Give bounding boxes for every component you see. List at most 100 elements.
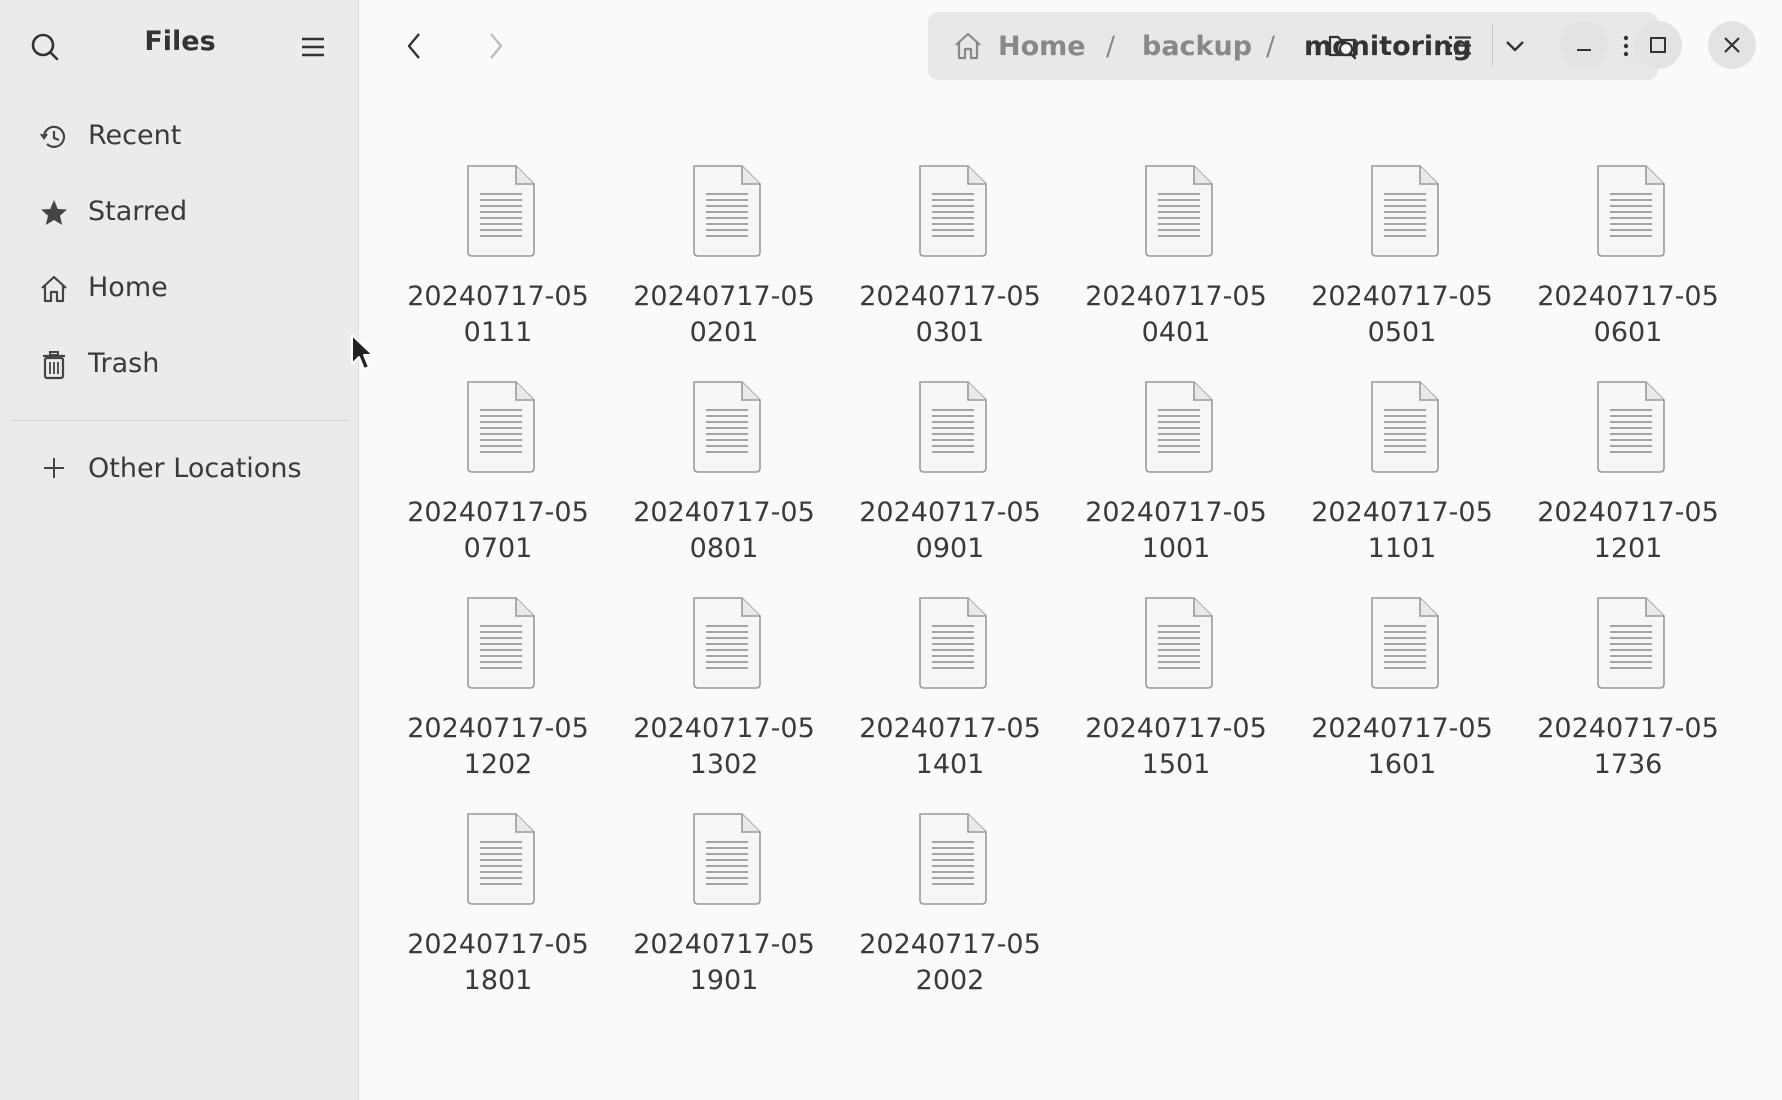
sidebar-item-recent[interactable]: Recent [12,104,348,168]
files-window: Files Recent Starred Home Trash Other Lo… [0,0,1782,1100]
view-options-button[interactable] [1490,21,1540,71]
file-item[interactable]: 20240717-05 2002 [855,776,1045,996]
sidebar-item-home[interactable]: Home [12,256,348,320]
path-bar: Home / backup / monitoring [928,12,1658,80]
trash-icon [43,351,65,380]
file-name-line1: 20240717-05 [1311,497,1493,528]
file-grid: 20240717-05 0111 20240717-05 0201 20240717-0… [360,92,1782,1100]
search-button[interactable] [22,24,68,70]
breadcrumb-backup[interactable]: backup [1142,31,1252,62]
text-document-icon [1145,381,1213,473]
file-name: 20240717-05 1001 [1081,495,1271,567]
file-item[interactable]: 20240717-05 1302 [629,560,819,780]
sidebar-item-trash[interactable]: Trash [12,332,348,396]
file-item[interactable]: 20240717-05 1501 [1081,560,1271,780]
file-item[interactable]: 20240717-05 1401 [855,560,1045,780]
file-name: 20240717-05 0901 [855,495,1045,567]
maximize-button[interactable] [1634,21,1682,69]
file-item[interactable]: 20240717-05 1202 [403,560,593,780]
back-button[interactable] [390,21,440,71]
file-name-line1: 20240717-05 [1537,713,1719,744]
file-name: 20240717-05 1736 [1533,711,1723,783]
file-item[interactable]: 20240717-05 1001 [1081,344,1271,564]
path-menu-button[interactable] [1620,28,1632,64]
file-name: 20240717-05 0801 [629,495,819,567]
file-name-line1: 20240717-05 [407,497,589,528]
file-name: 20240717-05 0111 [403,279,593,351]
file-name: 20240717-05 1302 [629,711,819,783]
forward-button[interactable] [470,21,520,71]
text-document-icon [919,597,987,689]
file-item[interactable]: 20240717-05 1101 [1307,344,1497,564]
file-item[interactable]: 20240717-05 1801 [403,776,593,996]
main-menu-button[interactable] [290,24,336,70]
sidebar-item-starred[interactable]: Starred [12,180,348,244]
file-name-line2: 1801 [463,965,533,996]
file-item[interactable]: 20240717-05 0401 [1081,128,1271,348]
text-document-icon [1371,165,1439,257]
close-button[interactable] [1708,21,1756,69]
file-item[interactable]: 20240717-05 1901 [629,776,819,996]
breadcrumb-home[interactable]: Home [998,31,1086,62]
text-document-icon [919,813,987,905]
sidebar-item-label: Home [88,272,168,303]
text-document-icon [1145,165,1213,257]
file-name-line2: 1601 [1367,749,1437,780]
file-item[interactable]: 20240717-05 0801 [629,344,819,564]
sidebar-item-other-locations[interactable]: Other Locations [12,437,348,501]
file-item[interactable]: 20240717-05 1736 [1533,560,1723,780]
text-document-icon [919,165,987,257]
file-item[interactable]: 20240717-05 0901 [855,344,1045,564]
breadcrumb-separator: / [1106,31,1116,62]
plus-icon [44,458,64,478]
file-item[interactable]: 20240717-05 0201 [629,128,819,348]
file-item[interactable]: 20240717-05 0501 [1307,128,1497,348]
sidebar-places: Recent Starred Home Trash [12,104,348,408]
file-name: 20240717-05 1501 [1081,711,1271,783]
text-document-icon [919,381,987,473]
sidebar-divider [12,420,348,421]
mouse-cursor-icon [351,334,374,370]
file-name-line1: 20240717-05 [1537,281,1719,312]
file-name-line1: 20240717-05 [859,281,1041,312]
text-document-icon [467,381,535,473]
file-item[interactable]: 20240717-05 1601 [1307,560,1497,780]
text-document-icon [693,597,761,689]
file-name-line1: 20240717-05 [859,497,1041,528]
file-name: 20240717-05 0501 [1307,279,1497,351]
close-icon [1724,37,1740,53]
minimize-button[interactable] [1560,21,1608,69]
file-name-line1: 20240717-05 [407,281,589,312]
sidebar-item-label: Other Locations [88,453,302,484]
vertical-ellipsis-icon [1623,35,1629,57]
file-name-line1: 20240717-05 [633,281,815,312]
chevron-left-icon [407,33,420,59]
file-name: 20240717-05 0701 [403,495,593,567]
search-icon [31,33,59,61]
text-document-icon [693,813,761,905]
file-name: 20240717-05 1901 [629,927,819,999]
file-name: 20240717-05 0601 [1533,279,1723,351]
minimize-icon [1577,49,1591,51]
view-list-button[interactable] [1435,21,1485,71]
file-item[interactable]: 20240717-05 0701 [403,344,593,564]
text-document-icon [693,381,761,473]
file-name: 20240717-05 0201 [629,279,819,351]
file-item[interactable]: 20240717-05 0111 [403,128,593,348]
file-name-line1: 20240717-05 [1537,497,1719,528]
file-name-line2: 1901 [689,965,759,996]
home-icon [955,32,981,60]
text-document-icon [1597,597,1665,689]
file-item[interactable]: 20240717-05 0301 [855,128,1045,348]
text-document-icon [1371,597,1439,689]
list-view-icon [1449,36,1471,55]
file-name: 20240717-05 1202 [403,711,593,783]
file-name-line1: 20240717-05 [1311,281,1493,312]
file-item[interactable]: 20240717-05 1201 [1533,344,1723,564]
file-name-line1: 20240717-05 [407,929,589,960]
file-name-line2: 2002 [915,965,985,996]
search-in-folder-button[interactable] [1318,21,1368,71]
file-name-line1: 20240717-05 [633,497,815,528]
sidebar-header: Files [0,0,359,92]
file-item[interactable]: 20240717-05 0601 [1533,128,1723,348]
